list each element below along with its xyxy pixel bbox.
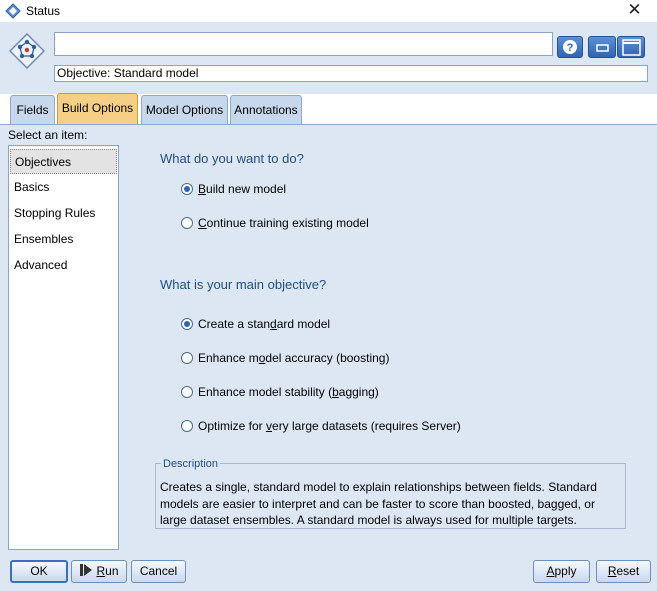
run-arrow-icon xyxy=(80,564,93,576)
radio-label: Create a standard model xyxy=(198,317,331,331)
radio-button-checked[interactable] xyxy=(181,183,193,195)
radio-button-checked[interactable] xyxy=(181,318,193,330)
radio-label: Continue training existing model xyxy=(198,216,369,230)
node-name-field[interactable] xyxy=(54,32,553,56)
radio-label: Enhance model accuracy (boosting) xyxy=(198,351,390,365)
radio-button[interactable] xyxy=(181,217,193,229)
list-item-objectives[interactable]: Objectives xyxy=(10,149,117,174)
tab-fields[interactable]: Fields xyxy=(10,95,55,124)
item-list[interactable]: Objectives Basics Stopping Rules Ensembl… xyxy=(8,145,119,550)
cancel-button[interactable]: Cancel xyxy=(131,560,186,583)
help-button[interactable]: ? xyxy=(557,36,583,58)
minimize-button[interactable] xyxy=(588,36,616,58)
radio-label: Build new model xyxy=(198,182,287,196)
maximize-button[interactable] xyxy=(617,36,645,58)
list-item-advanced[interactable]: Advanced xyxy=(10,253,117,278)
list-item-basics[interactable]: Basics xyxy=(10,175,117,200)
section-heading-objective: What is your main objective? xyxy=(160,277,327,292)
reset-button[interactable]: Reset xyxy=(596,560,651,583)
tab-build-options[interactable]: Build Options xyxy=(57,93,138,124)
apply-button[interactable]: Apply xyxy=(533,560,590,583)
radio-label: Optimize for very large datasets (requir… xyxy=(198,419,461,433)
radio-label: Enhance model stability (bagging) xyxy=(198,385,379,399)
svg-text:?: ? xyxy=(567,42,574,54)
select-item-label: Select an item: xyxy=(8,128,88,142)
close-icon[interactable]: ✕ xyxy=(612,0,657,22)
tab-model-options[interactable]: Model Options xyxy=(141,95,228,124)
radio-button[interactable] xyxy=(181,352,193,364)
radio-button[interactable] xyxy=(181,386,193,398)
ensemble-node-icon xyxy=(9,33,45,69)
section-heading-task: What do you want to do? xyxy=(160,151,304,166)
ok-button[interactable]: OK xyxy=(10,560,68,583)
radio-button[interactable] xyxy=(181,420,193,432)
title-bar xyxy=(0,0,657,22)
help-icon: ? xyxy=(563,40,577,54)
list-item-ensembles[interactable]: Ensembles xyxy=(10,227,117,252)
objective-summary: Objective: Standard model xyxy=(54,65,648,82)
window-title: Status xyxy=(26,4,61,18)
tab-annotations[interactable]: Annotations xyxy=(230,95,302,124)
maximize-icon xyxy=(622,39,641,56)
minimize-icon xyxy=(596,44,609,52)
diamond-app-icon xyxy=(5,3,21,19)
description-legend: Description xyxy=(161,458,221,470)
run-button[interactable]: Run xyxy=(71,560,127,583)
list-item-stopping-rules[interactable]: Stopping Rules xyxy=(10,201,117,226)
description-text: Creates a single, standard model to expl… xyxy=(160,480,597,527)
